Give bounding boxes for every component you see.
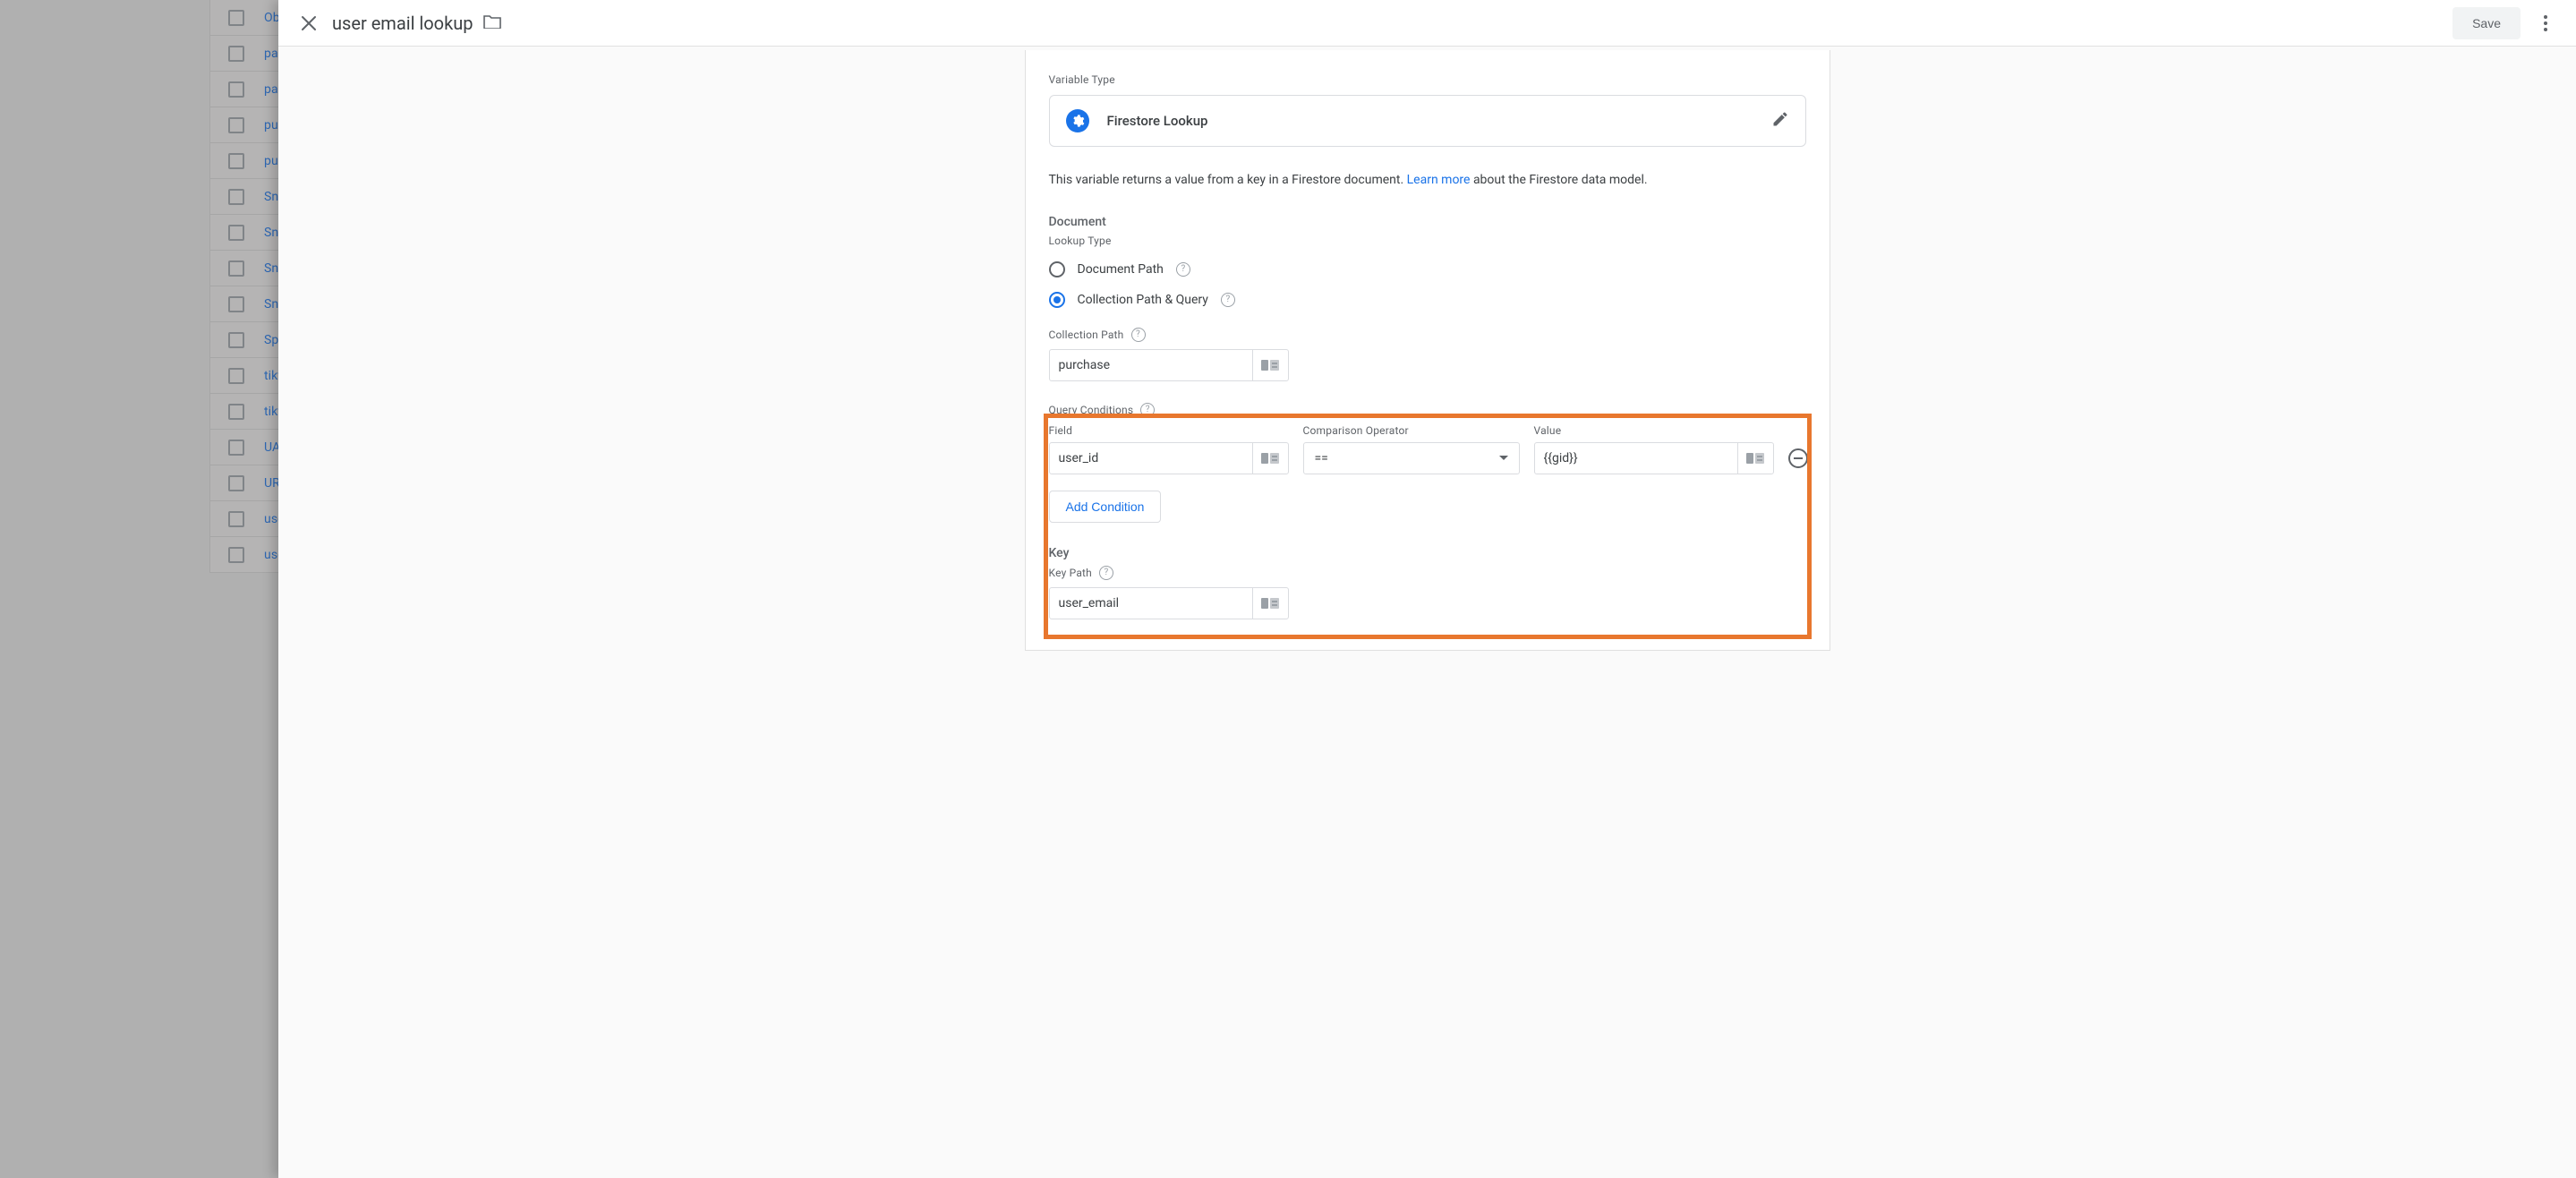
more-vertical-icon (2544, 15, 2547, 31)
collection-path-label-row: Collection Path ? (1049, 328, 1806, 342)
variable-editor-panel: user email lookup Save Variable Type Fir… (278, 0, 2576, 1178)
condition-field-wrapper (1049, 442, 1289, 474)
condition-value-wrapper (1534, 442, 1774, 474)
lookup-type-label: Lookup Type (1049, 235, 1806, 247)
document-section-title: Document (1049, 215, 1806, 229)
folder-icon[interactable] (483, 14, 501, 32)
description-text-prefix: This variable returns a value from a key… (1049, 173, 1407, 187)
more-menu-button[interactable] (2528, 5, 2563, 41)
radio-document-path-label: Document Path (1078, 262, 1164, 277)
collection-path-input-wrapper (1049, 349, 1289, 381)
radio-collection-path[interactable] (1049, 292, 1065, 308)
chevron-down-icon (1499, 456, 1508, 460)
radio-collection-path-label: Collection Path & Query (1078, 293, 1208, 307)
edit-icon[interactable] (1771, 110, 1789, 132)
close-button[interactable] (291, 5, 327, 41)
query-conditions-label-row: Query Conditions ? (1049, 403, 1806, 417)
radio-collection-path-row[interactable]: Collection Path & Query ? (1049, 292, 1806, 308)
help-icon[interactable]: ? (1131, 328, 1146, 342)
condition-value-input[interactable] (1544, 443, 1737, 474)
save-button[interactable]: Save (2452, 7, 2521, 39)
condition-operator-value: == (1315, 451, 1328, 465)
insert-variable-button[interactable] (1252, 443, 1288, 474)
description-text-suffix: about the Firestore data model. (1470, 173, 1647, 187)
condition-operator-select[interactable]: == (1303, 442, 1520, 474)
condition-value-label: Value (1534, 424, 1774, 437)
query-conditions-label: Query Conditions (1049, 404, 1134, 416)
key-section-title: Key (1049, 546, 1806, 560)
panel-scroll[interactable]: Variable Type Firestore Lookup This vari… (278, 47, 2576, 1178)
variable-description: This variable returns a value from a key… (1049, 172, 1806, 190)
insert-variable-button[interactable] (1737, 443, 1773, 474)
key-path-label: Key Path (1049, 567, 1093, 579)
variable-type-label: Variable Type (1049, 73, 1806, 86)
insert-variable-icon (1260, 597, 1280, 610)
help-icon[interactable]: ? (1140, 403, 1155, 417)
collection-path-input[interactable] (1059, 350, 1252, 380)
insert-variable-button[interactable] (1252, 588, 1288, 619)
panel-header: user email lookup Save (278, 0, 2576, 47)
insert-variable-icon (1260, 452, 1280, 465)
key-path-input[interactable] (1059, 588, 1252, 619)
condition-field-input[interactable] (1059, 443, 1252, 474)
insert-variable-icon (1260, 359, 1280, 371)
gear-badge-icon (1066, 109, 1089, 132)
help-icon[interactable]: ? (1221, 293, 1235, 307)
collection-path-label: Collection Path (1049, 329, 1124, 341)
learn-more-link[interactable]: Learn more (1407, 173, 1471, 187)
radio-document-path-row[interactable]: Document Path ? (1049, 261, 1806, 277)
condition-field-label: Field (1049, 424, 1289, 437)
variable-name-title[interactable]: user email lookup (332, 13, 473, 34)
condition-operator-label: Comparison Operator (1303, 424, 1520, 437)
query-condition-row: Field Comparison Operator == (1049, 424, 1806, 474)
insert-variable-button[interactable] (1252, 350, 1288, 380)
help-icon[interactable]: ? (1099, 566, 1113, 580)
insert-variable-icon (1745, 452, 1765, 465)
variable-config-card: Variable Type Firestore Lookup This vari… (1025, 50, 1830, 651)
close-icon (301, 15, 317, 31)
help-icon[interactable]: ? (1176, 262, 1190, 277)
variable-type-selector[interactable]: Firestore Lookup (1049, 95, 1806, 147)
radio-document-path[interactable] (1049, 261, 1065, 277)
remove-condition-button[interactable] (1788, 448, 1808, 468)
key-path-label-row: Key Path ? (1049, 566, 1806, 580)
key-path-wrapper (1049, 587, 1289, 619)
variable-type-name: Firestore Lookup (1107, 113, 1208, 129)
add-condition-button[interactable]: Add Condition (1049, 491, 1162, 523)
